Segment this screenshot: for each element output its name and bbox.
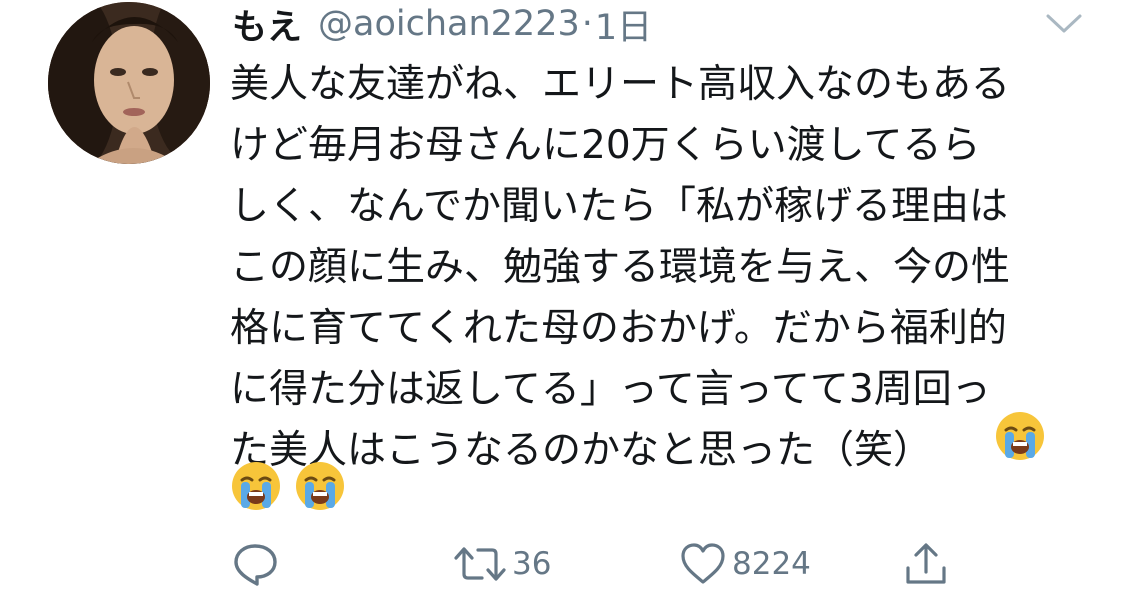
loudly-crying-face-icon bbox=[994, 410, 1046, 462]
like-button[interactable]: 8224 bbox=[678, 540, 811, 588]
tweet-text-line: けど毎月お母さんに20万くらい渡してるら bbox=[230, 123, 981, 168]
loudly-crying-face-icon bbox=[294, 460, 346, 512]
reply-icon bbox=[230, 540, 280, 588]
separator-dot: · bbox=[581, 4, 593, 44]
tweet-text-line: この顔に生み、勉強する環境を与え、今の性 bbox=[230, 245, 1011, 290]
tweet-text-line: に得た分は返してる」って言ってて3周回っ bbox=[230, 367, 991, 412]
timestamp[interactable]: 1日 bbox=[595, 0, 652, 50]
avatar-image bbox=[48, 2, 210, 164]
share-button[interactable] bbox=[902, 540, 950, 588]
retweet-count: 36 bbox=[512, 546, 552, 582]
heart-icon bbox=[678, 540, 728, 588]
avatar[interactable] bbox=[48, 2, 210, 164]
tweet-text-line: た美人はこうなるのかなと思った（笑） bbox=[230, 428, 933, 473]
tweet-text-line: 格に育ててくれた母のおかげ。だから福利的 bbox=[230, 306, 1007, 351]
retweet-icon bbox=[452, 540, 508, 588]
user-handle[interactable]: @aoichan2223 bbox=[318, 4, 580, 44]
tweet-actions: 36 8224 bbox=[228, 540, 1088, 592]
loudly-crying-face-icon bbox=[230, 460, 282, 512]
tweet-text: 美人な友達がね、エリート高収入なのもある けど毎月お母さんに20万くらい渡してるら… bbox=[230, 54, 1090, 481]
tweet-text-line: しく、なんでか聞いたら「私が稼げる理由は bbox=[230, 184, 1009, 229]
retweet-button[interactable]: 36 bbox=[452, 540, 551, 588]
emoji-row bbox=[230, 460, 346, 512]
display-name[interactable]: もえ bbox=[232, 0, 302, 50]
tweet-text-line: 美人な友達がね、エリート高収入なのもある bbox=[230, 62, 1011, 107]
reply-button[interactable] bbox=[230, 540, 284, 588]
share-icon bbox=[902, 540, 950, 588]
chevron-down-icon[interactable] bbox=[1044, 12, 1084, 36]
like-count: 8224 bbox=[732, 546, 811, 582]
tweet-header: もえ @aoichan2223 · 1日 bbox=[232, 2, 652, 48]
